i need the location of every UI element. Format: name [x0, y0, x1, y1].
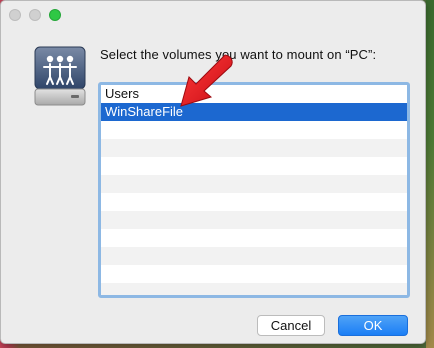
empty-row: [101, 157, 407, 175]
empty-row: [101, 283, 407, 295]
empty-row: [101, 139, 407, 157]
desktop-background: [426, 0, 434, 348]
ok-button[interactable]: OK: [338, 315, 408, 336]
close-window-button[interactable]: [9, 9, 21, 21]
volume-item-winsharefile[interactable]: WinShareFile: [101, 103, 407, 121]
mount-volumes-dialog: Select the volumes you want to mount on …: [0, 0, 426, 344]
empty-row: [101, 193, 407, 211]
window-controls: [9, 9, 61, 21]
cancel-button[interactable]: Cancel: [257, 315, 325, 336]
volume-list[interactable]: Users WinShareFile: [98, 82, 410, 298]
empty-row: [101, 175, 407, 193]
empty-row: [101, 265, 407, 283]
volume-item-users[interactable]: Users: [101, 85, 407, 103]
empty-row: [101, 211, 407, 229]
red-arrow-icon: [179, 53, 239, 109]
empty-row: [101, 247, 407, 265]
shared-server-drive-icon: [31, 45, 89, 111]
empty-row: [101, 121, 407, 139]
empty-row: [101, 229, 407, 247]
minimize-window-button[interactable]: [29, 9, 41, 21]
zoom-window-button[interactable]: [49, 9, 61, 21]
